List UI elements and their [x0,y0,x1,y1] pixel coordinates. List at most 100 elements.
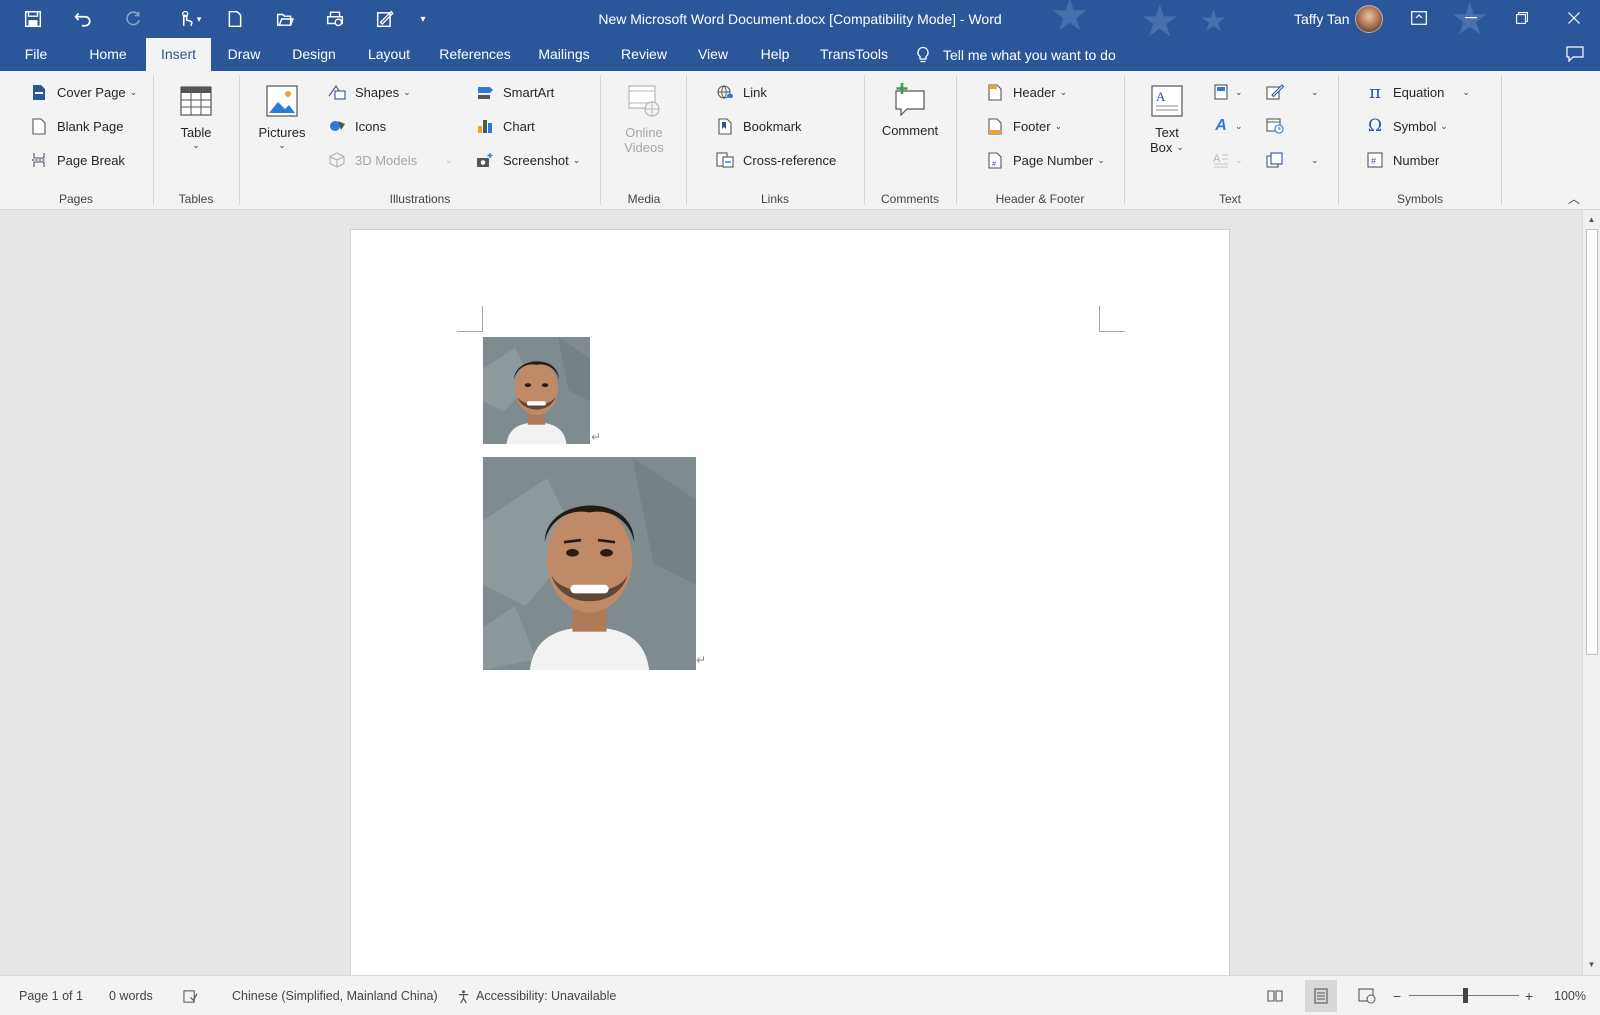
comments-pane-icon[interactable] [1566,46,1584,62]
proofing-icon[interactable] [183,976,203,1015]
equation-button[interactable]: π Equation ⌄ [1366,82,1470,103]
screenshot-button[interactable]: Screenshot ⌄ [476,151,580,169]
tab-view[interactable]: View [690,38,736,71]
tab-home[interactable]: Home [80,38,136,71]
online-videos-label-line1: Online [625,125,663,140]
link-button[interactable]: Link [716,83,767,101]
text-box-button[interactable]: A Text Box ⌄ [1140,83,1194,155]
chart-button[interactable]: Chart [476,117,535,135]
chevron-down-icon: ⌄ [1235,154,1243,165]
scroll-up-icon[interactable]: ▲ [1583,212,1600,228]
status-bar: Page 1 of 1 0 words Chinese (Simplified,… [0,975,1600,1015]
header-button[interactable]: Header ⌄ [986,83,1067,101]
tab-references[interactable]: References [436,38,514,71]
zoom-level[interactable]: 100% [1554,976,1586,1015]
tab-review[interactable]: Review [614,38,674,71]
portrait-photo-image [483,337,590,444]
language-status[interactable]: Chinese (Simplified, Mainland China) [232,976,438,1015]
new-document-icon[interactable] [220,3,250,35]
footer-icon [986,117,1004,135]
open-icon[interactable] [270,3,300,35]
save-icon[interactable] [18,3,48,35]
smartart-button[interactable]: SmartArt [476,83,554,101]
tab-draw[interactable]: Draw [218,38,270,71]
page-number-button[interactable]: # Page Number ⌄ [986,151,1105,169]
print-layout-icon[interactable] [1305,980,1337,1012]
group-label-tables: Tables [178,192,214,206]
quick-parts-button[interactable]: ⌄ [1212,83,1243,101]
shapes-button[interactable]: Shapes ⌄ [328,83,411,101]
customize-qat-icon[interactable]: ▾ [414,3,432,35]
print-preview-icon[interactable] [320,3,350,35]
inline-picture-large[interactable] [483,457,696,670]
vertical-scrollbar[interactable]: ▲ ▼ [1582,210,1600,975]
pictures-button[interactable]: Pictures ⌄ [252,83,312,151]
cover-page-label: Cover Page [57,84,126,100]
group-label-links: Links [760,192,789,206]
equation-label: Equation [1393,84,1445,100]
group-label-comments: Comments [880,192,939,206]
page-count[interactable]: Page 1 of 1 [19,976,83,1015]
wordart-button[interactable]: A ⌄ [1212,117,1242,135]
web-layout-icon[interactable] [1351,980,1383,1012]
blank-page-icon [30,117,48,135]
scrollbar-thumb[interactable] [1586,229,1598,655]
ribbon-display-options-icon[interactable] [1396,0,1442,36]
number-button[interactable]: # Number [1366,151,1439,169]
footer-button[interactable]: Footer ⌄ [986,117,1062,135]
undo-icon[interactable] [68,3,98,35]
bookmark-button[interactable]: Bookmark [716,117,802,135]
shapes-label: Shapes [355,84,400,100]
zoom-in-button[interactable]: + [1525,976,1533,1015]
table-button[interactable]: Table ⌄ [166,83,226,151]
tab-insert[interactable]: Insert [146,38,211,71]
cover-page-button[interactable]: Cover Page ⌄ [30,83,137,101]
tell-me-search[interactable]: Tell me what you want to do [915,38,1116,71]
accessibility-status[interactable]: Accessibility: Unavailable [456,976,616,1015]
user-name[interactable]: Taffy Tan [1294,11,1350,27]
group-separator [239,75,240,205]
close-icon[interactable] [1551,0,1597,36]
zoom-slider-thumb[interactable] [1463,988,1468,1003]
zoom-out-button[interactable]: − [1393,976,1401,1015]
tab-mailings[interactable]: Mailings [532,38,596,71]
group-separator [686,75,687,205]
document-canvas[interactable]: ↵ ↵ [0,210,1582,975]
minimize-icon[interactable] [1448,0,1494,36]
read-mode-icon[interactable] [1259,980,1291,1012]
shapes-icon [328,83,346,101]
tab-help[interactable]: Help [752,38,798,71]
restore-icon[interactable] [1499,0,1545,36]
chevron-down-icon: ⌄ [278,140,286,150]
collapse-ribbon-icon[interactable]: ︿ [1568,190,1580,207]
tab-file[interactable]: File [10,38,62,71]
symbol-button[interactable]: Ω Symbol ⌄ [1366,116,1448,136]
cross-reference-icon [716,151,734,169]
document-page[interactable]: ↵ ↵ [350,229,1230,975]
link-icon [716,83,734,101]
tab-design[interactable]: Design [284,38,344,71]
tab-transtools[interactable]: TransTools [816,38,892,71]
icons-button[interactable]: Icons [328,117,386,135]
chevron-down-icon: ⌄ [1311,86,1319,97]
inline-picture-small[interactable] [483,337,590,444]
scroll-down-icon[interactable]: ▼ [1583,957,1600,973]
word-count[interactable]: 0 words [109,976,153,1015]
cross-reference-button[interactable]: Cross-reference [716,151,836,169]
table-label: Table [180,125,212,140]
tab-layout[interactable]: Layout [360,38,418,71]
online-videos-button: Online Videos [612,83,676,155]
page-break-button[interactable]: Page Break [30,151,125,169]
new-comment-button[interactable]: Comment [876,81,944,138]
edit-form-icon[interactable] [370,3,400,35]
date-time-button[interactable] [1266,117,1293,135]
group-separator [1501,75,1502,205]
signature-line-button[interactable]: ⌄ [1266,83,1319,101]
touch-mode-icon[interactable]: ▾ [170,3,208,35]
blank-page-button[interactable]: Blank Page [30,117,124,135]
symbol-label: Symbol [1393,118,1437,134]
avatar[interactable] [1355,5,1383,33]
group-label-text: Text [1218,192,1241,206]
insert-object-button[interactable]: ⌄ [1266,151,1319,169]
omega-icon: Ω [1367,116,1383,136]
